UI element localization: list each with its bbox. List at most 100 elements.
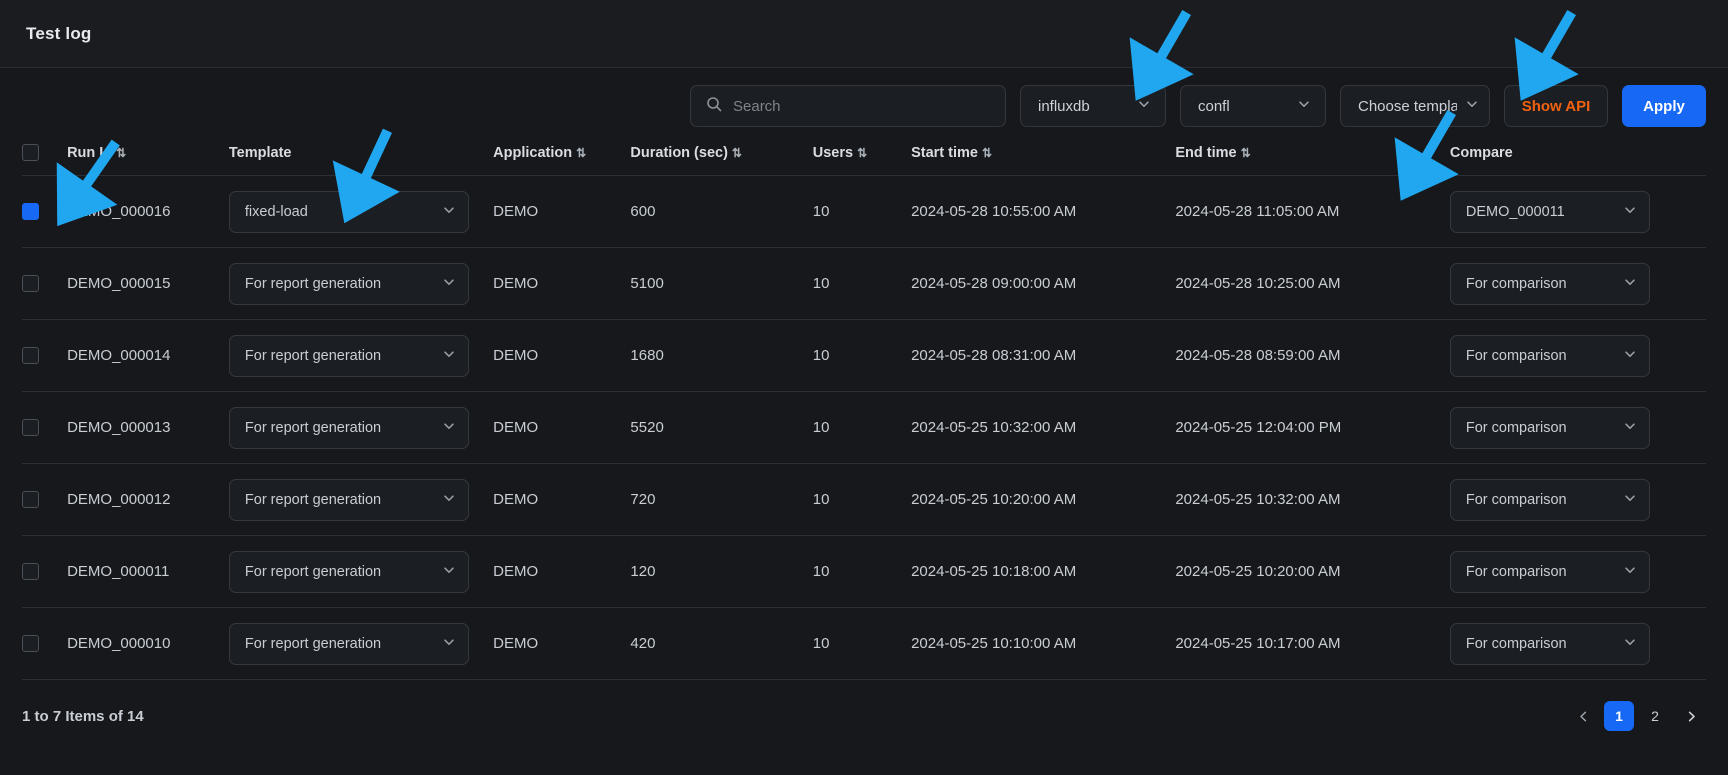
cell-application: DEMO bbox=[493, 391, 631, 464]
cell-template: For report generation bbox=[228, 391, 494, 464]
table-body: DEMO_000016 fixed-load DEMO 600 10 2024-05-28… bbox=[22, 175, 1706, 680]
cell-end-time: 2024-05-25 10:32:00 AM bbox=[1175, 463, 1450, 536]
row-template-select[interactable]: For report generation bbox=[228, 622, 469, 665]
cell-application: DEMO bbox=[493, 247, 631, 320]
cell-application: DEMO bbox=[493, 319, 631, 392]
pagination: 1 2 bbox=[1568, 701, 1706, 731]
th-duration[interactable]: Duration (sec) ⇅ bbox=[630, 144, 813, 176]
cell-checkbox bbox=[22, 175, 68, 248]
cell-template: For report generation bbox=[228, 247, 494, 320]
cell-duration: 5520 bbox=[630, 391, 813, 464]
cell-end-time: 2024-05-25 10:17:00 AM bbox=[1175, 607, 1450, 680]
cell-checkbox bbox=[22, 463, 68, 536]
page-button-1[interactable]: 1 bbox=[1604, 701, 1634, 731]
cell-template: For report generation bbox=[228, 607, 494, 680]
template-select-value: Choose templat bbox=[1358, 97, 1457, 115]
table-row: DEMO_000016 fixed-load DEMO 600 10 2024-05-28… bbox=[22, 175, 1706, 248]
cell-duration: 1680 bbox=[630, 319, 813, 392]
row-compare-select[interactable]: For comparison bbox=[1449, 406, 1650, 449]
items-count-label: 1 to 7 Items of 14 bbox=[22, 707, 144, 725]
chevron-right-icon[interactable] bbox=[1676, 701, 1706, 731]
cell-end-time: 2024-05-28 08:59:00 AM bbox=[1175, 319, 1450, 392]
table-row: DEMO_000015 For report generation DEMO 5100… bbox=[22, 247, 1706, 320]
row-compare-value: For comparison bbox=[1465, 275, 1567, 292]
row-checkbox[interactable] bbox=[22, 275, 39, 293]
chevron-down-icon bbox=[1623, 635, 1637, 653]
row-checkbox[interactable] bbox=[22, 563, 39, 581]
test-log-page: Test log influxdb confl bbox=[0, 0, 1728, 775]
sort-icon: ⇅ bbox=[116, 146, 126, 160]
chevron-down-icon bbox=[442, 347, 456, 365]
th-run-id-label: Run Id bbox=[67, 145, 113, 161]
row-checkbox[interactable] bbox=[22, 419, 39, 437]
row-compare-select[interactable]: For comparison bbox=[1449, 334, 1650, 377]
cell-template: For report generation bbox=[228, 319, 494, 392]
row-checkbox[interactable] bbox=[22, 203, 39, 221]
search-input[interactable] bbox=[733, 97, 990, 115]
cell-users: 10 bbox=[812, 463, 912, 536]
cell-application: DEMO bbox=[493, 607, 631, 680]
table-row: DEMO_000013 For report generation DEMO 5520… bbox=[22, 391, 1706, 464]
row-template-select[interactable]: For report generation bbox=[228, 478, 469, 521]
template-select[interactable]: Choose templat bbox=[1340, 85, 1490, 127]
row-compare-select[interactable]: DEMO_000011 bbox=[1449, 190, 1650, 233]
cell-start-time: 2024-05-25 10:20:00 AM bbox=[911, 463, 1176, 536]
cell-start-time: 2024-05-28 10:55:00 AM bbox=[911, 175, 1176, 248]
th-application[interactable]: Application ⇅ bbox=[493, 144, 631, 176]
th-run-id[interactable]: Run Id ⇅ bbox=[67, 144, 229, 176]
row-template-select[interactable]: fixed-load bbox=[228, 190, 469, 233]
chevron-down-icon bbox=[442, 419, 456, 437]
cell-checkbox bbox=[22, 247, 68, 320]
row-template-select[interactable]: For report generation bbox=[228, 334, 469, 377]
chevron-left-icon[interactable] bbox=[1568, 701, 1598, 731]
row-compare-select[interactable]: For comparison bbox=[1449, 622, 1650, 665]
row-template-value: For report generation bbox=[244, 635, 382, 652]
cell-users: 10 bbox=[812, 175, 912, 248]
cell-compare: For comparison bbox=[1449, 247, 1706, 320]
chevron-down-icon bbox=[1623, 275, 1637, 293]
cell-start-time: 2024-05-25 10:32:00 AM bbox=[911, 391, 1176, 464]
toolbar: influxdb confl Choose templat bbox=[0, 68, 1728, 144]
th-end-time[interactable]: End time ⇅ bbox=[1175, 144, 1450, 176]
database-select[interactable]: influxdb bbox=[1020, 85, 1166, 127]
row-template-select[interactable]: For report generation bbox=[228, 406, 469, 449]
search-box[interactable] bbox=[690, 85, 1006, 127]
th-start-time[interactable]: Start time ⇅ bbox=[911, 144, 1176, 176]
row-template-select[interactable]: For report generation bbox=[228, 550, 469, 593]
th-users[interactable]: Users ⇅ bbox=[812, 144, 912, 176]
chevron-down-icon bbox=[1623, 203, 1637, 221]
chevron-down-icon bbox=[442, 563, 456, 581]
select-all-checkbox[interactable] bbox=[22, 144, 39, 161]
cell-run-id: DEMO_000012 bbox=[67, 463, 229, 536]
row-compare-value: For comparison bbox=[1465, 419, 1567, 436]
cell-run-id: DEMO_000016 bbox=[67, 175, 229, 248]
row-checkbox[interactable] bbox=[22, 491, 39, 509]
row-checkbox[interactable] bbox=[22, 347, 39, 365]
cell-users: 10 bbox=[812, 535, 912, 608]
apply-button[interactable]: Apply bbox=[1622, 85, 1706, 127]
row-compare-value: For comparison bbox=[1465, 563, 1567, 580]
chevron-down-icon bbox=[1623, 347, 1637, 365]
cell-users: 10 bbox=[812, 319, 912, 392]
th-start-time-label: Start time bbox=[911, 145, 978, 161]
row-compare-select[interactable]: For comparison bbox=[1449, 550, 1650, 593]
th-end-time-label: End time bbox=[1175, 145, 1237, 161]
page-header: Test log bbox=[0, 0, 1728, 68]
cell-checkbox bbox=[22, 319, 68, 392]
chevron-down-icon bbox=[1623, 491, 1637, 509]
show-api-button[interactable]: Show API bbox=[1504, 85, 1608, 127]
cell-run-id: DEMO_000015 bbox=[67, 247, 229, 320]
config-select[interactable]: confl bbox=[1180, 85, 1326, 127]
cell-start-time: 2024-05-28 09:00:00 AM bbox=[911, 247, 1176, 320]
cell-application: DEMO bbox=[493, 175, 631, 248]
row-checkbox[interactable] bbox=[22, 635, 39, 653]
row-compare-select[interactable]: For comparison bbox=[1449, 478, 1650, 521]
table-footer: 1 to 7 Items of 14 1 2 bbox=[0, 680, 1728, 752]
row-compare-select[interactable]: For comparison bbox=[1449, 262, 1650, 305]
page-button-2[interactable]: 2 bbox=[1640, 701, 1670, 731]
row-template-select[interactable]: For report generation bbox=[228, 262, 469, 305]
cell-compare: For comparison bbox=[1449, 535, 1706, 608]
sort-icon: ⇅ bbox=[857, 146, 867, 160]
sort-icon: ⇅ bbox=[731, 146, 742, 160]
chevron-down-icon bbox=[442, 491, 456, 509]
